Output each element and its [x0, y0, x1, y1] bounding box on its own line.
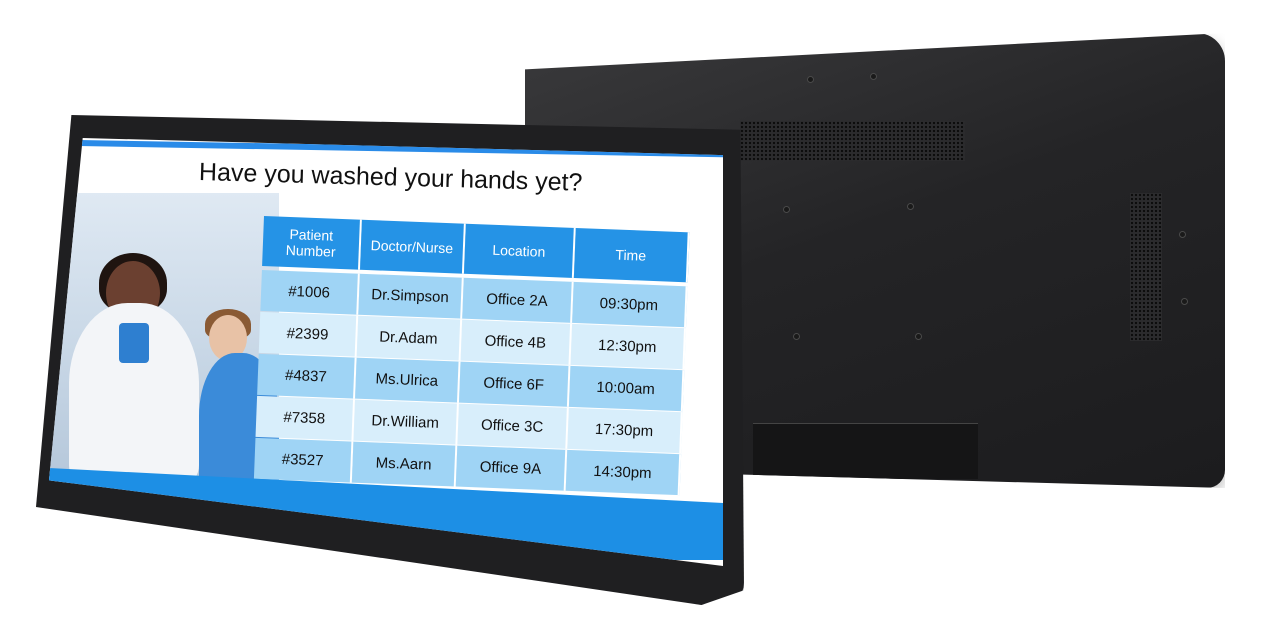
mount-screw	[793, 333, 800, 340]
mount-screw	[870, 73, 877, 80]
appointment-table: Patient Number Doctor/Nurse Location Tim…	[253, 216, 694, 496]
location: Office 3C	[457, 403, 569, 449]
mount-screw	[1181, 298, 1188, 305]
patient-number: #3527	[253, 437, 354, 483]
staff-name: Dr.William	[353, 399, 459, 445]
time: 09:30pm	[572, 281, 688, 328]
mount-screw	[915, 333, 922, 340]
mount-screw	[807, 76, 814, 83]
mount-screw	[1179, 231, 1186, 238]
stand-slot	[753, 423, 978, 479]
staff-name: Dr.Adam	[356, 315, 463, 361]
patient-number: #4837	[257, 353, 357, 399]
mount-screw	[783, 206, 790, 213]
speaker-grille-top	[740, 121, 965, 161]
patient-number: #2399	[258, 311, 359, 357]
staff-name: Dr.Simpson	[358, 273, 464, 319]
location: Office 9A	[455, 445, 568, 491]
patient-number: #7358	[255, 395, 356, 441]
medical-staff-photo	[49, 193, 279, 493]
header-doctor-nurse: Doctor/Nurse	[360, 219, 466, 274]
time: 10:00am	[568, 365, 685, 412]
mount-screw	[907, 203, 914, 210]
header-time: Time	[573, 227, 690, 283]
staff-name: Ms.Aarn	[351, 441, 458, 487]
time: 14:30pm	[565, 449, 682, 496]
location: Office 2A	[462, 277, 574, 323]
time: 17:30pm	[567, 407, 683, 454]
speaker-grille-side	[1130, 193, 1162, 341]
header-patient-number: Patient Number	[262, 216, 362, 270]
staff-name: Ms.Ulrica	[355, 357, 461, 403]
location: Office 6F	[458, 361, 571, 407]
time: 12:30pm	[570, 323, 687, 370]
header-location: Location	[463, 223, 576, 278]
location: Office 4B	[460, 319, 573, 365]
doctor-scrubs	[119, 323, 149, 363]
patient-number: #1006	[260, 269, 360, 315]
